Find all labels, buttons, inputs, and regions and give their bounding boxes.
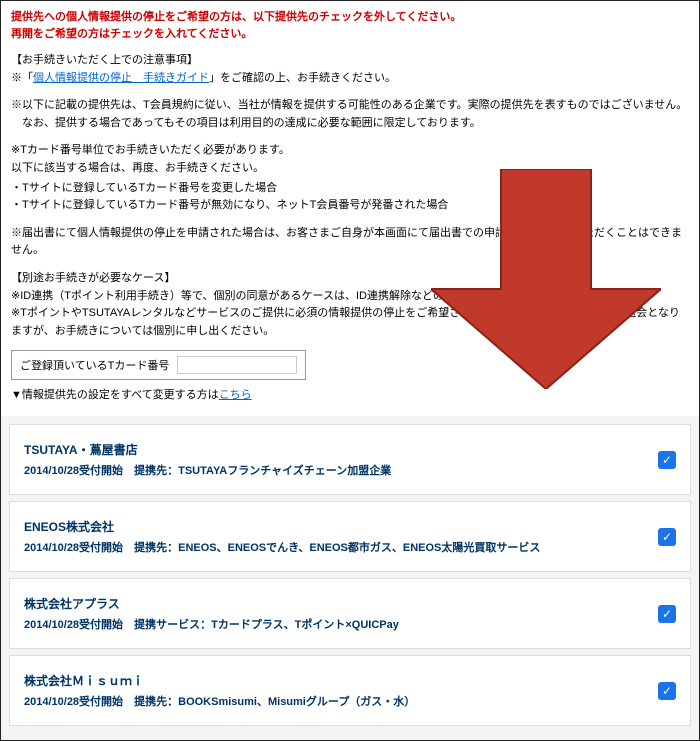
special-section: 【別途お手続きが必要なケース】 ※ID連携（Tポイント利用手続き）等で、個別の同…: [11, 270, 689, 340]
company-date: 2014/10/28受付開始: [24, 619, 123, 631]
check-icon: ✓: [662, 684, 672, 698]
company-detail: 提携サービス：Tカードプラス、Tポイント×QUICPay: [134, 619, 399, 631]
list-item: 株式会社アプラス 2014/10/28受付開始 提携サービス：Tカードプラス、T…: [9, 578, 691, 649]
toggle-all-link[interactable]: こちら: [219, 389, 252, 401]
disclaimer-section: ※以下に記載の提供先は、T会員規約に従い、当社が情報を提供する可能性のある企業で…: [11, 97, 689, 132]
card-number-label: ご登録頂いているTカード番号: [20, 357, 169, 373]
company-detail: 提携先：BOOKSmisumi、Misumiグループ（ガス・水）: [134, 696, 415, 708]
check-icon: ✓: [662, 530, 672, 544]
company-name: ENEOS株式会社: [24, 518, 658, 535]
check-icon: ✓: [662, 607, 672, 621]
company-date: 2014/10/28受付開始: [24, 542, 123, 554]
company-date: 2014/10/28受付開始: [24, 465, 123, 477]
cardnote-section: ※Tカード番号単位でお手続きいただく必要があります。 以下に該当する場合は、再度…: [11, 142, 689, 214]
company-checkbox[interactable]: ✓: [658, 451, 676, 469]
notice-section: 【お手続きいただく上での注意事項】 ※「個人情報提供の停止 手続きガイド」をご確…: [11, 52, 689, 87]
company-list: TSUTAYA・蔦屋書店 2014/10/28受付開始 提携先：TSUTAYAフ…: [1, 416, 699, 740]
company-name: 株式会社Ｍｉｓｕｍｉ: [24, 672, 658, 689]
company-detail: 提携先：ENEOS、ENEOSでんき、ENEOS都市ガス、ENEOS太陽光買取サ…: [134, 542, 540, 554]
company-checkbox[interactable]: ✓: [658, 605, 676, 623]
warning-text: 提供先への個人情報提供の停止をご希望の方は、以下提供先のチェックを外してください…: [11, 9, 689, 42]
check-icon: ✓: [662, 453, 672, 467]
company-date: 2014/10/28受付開始: [24, 696, 123, 708]
company-detail: 提携先：TSUTAYAフランチャイズチェーン加盟企業: [134, 465, 391, 477]
company-name: TSUTAYA・蔦屋書店: [24, 441, 658, 458]
list-item: TSUTAYA・蔦屋書店 2014/10/28受付開始 提携先：TSUTAYAフ…: [9, 424, 691, 495]
submitted-note: ※届出書にて個人情報提供の停止を申請された場合は、お客さまご自身が本画面にて届出…: [11, 225, 689, 260]
guide-link[interactable]: 個人情報提供の停止 手続きガイド: [33, 72, 209, 84]
company-name: 株式会社アプラス: [24, 595, 658, 612]
toggle-all-line: ▼情報提供先の設定をすべて変更する方はこちら: [11, 386, 689, 402]
company-checkbox[interactable]: ✓: [658, 682, 676, 700]
company-checkbox[interactable]: ✓: [658, 528, 676, 546]
list-item: ENEOS株式会社 2014/10/28受付開始 提携先：ENEOS、ENEOS…: [9, 501, 691, 572]
card-number-box: ご登録頂いているTカード番号: [11, 350, 306, 380]
list-item: 株式会社Ｍｉｓｕｍｉ 2014/10/28受付開始 提携先：BOOKSmisum…: [9, 655, 691, 726]
card-number-input[interactable]: [177, 356, 297, 374]
